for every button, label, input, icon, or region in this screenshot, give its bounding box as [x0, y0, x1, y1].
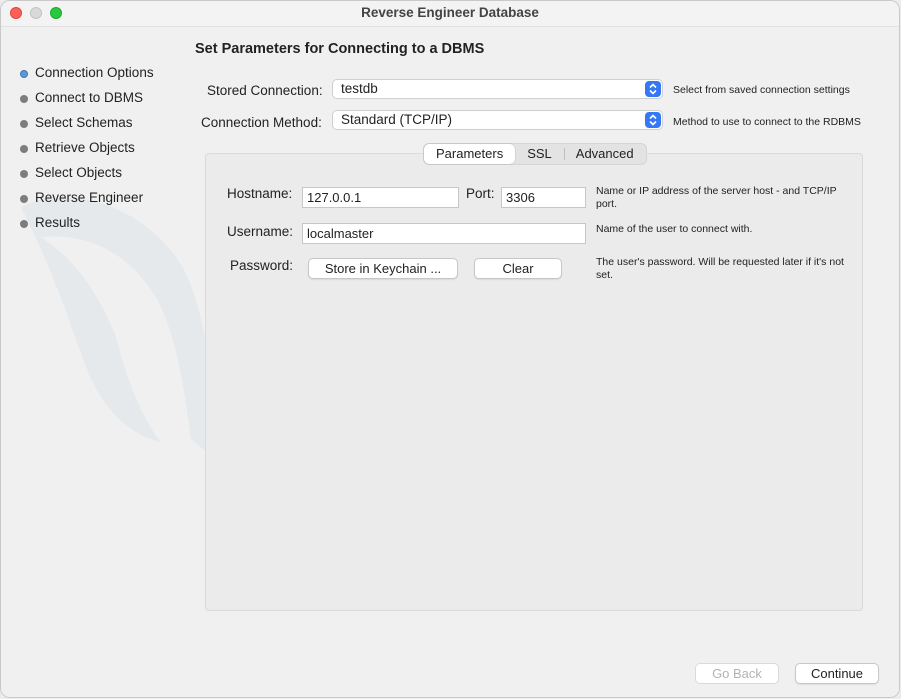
username-field[interactable]: localmaster: [302, 223, 586, 244]
continue-button[interactable]: Continue: [795, 663, 879, 684]
port-field[interactable]: 3306: [501, 187, 586, 208]
step-dot-icon: [20, 145, 28, 153]
step-retrieve-objects: Retrieve Objects: [20, 140, 154, 165]
username-hint: Name of the user to connect with.: [596, 223, 753, 235]
step-select-objects: Select Objects: [20, 165, 154, 190]
window: Reverse Engineer Database Connection Opt…: [0, 0, 900, 698]
step-current-dot-icon: [20, 70, 28, 78]
stored-connection-hint: Select from saved connection settings: [673, 84, 850, 96]
tab-advanced[interactable]: Advanced: [563, 144, 646, 164]
step-dot-icon: [20, 95, 28, 103]
updown-chevron-icon: [645, 112, 661, 128]
connection-method-value: Standard (TCP/IP): [341, 112, 453, 127]
parameters-panel: [205, 153, 863, 611]
window-title: Reverse Engineer Database: [361, 5, 539, 20]
hostname-field[interactable]: 127.0.0.1: [302, 187, 459, 208]
password-label: Password:: [230, 258, 294, 273]
tab-parameters[interactable]: Parameters: [424, 144, 516, 164]
store-in-keychain-button[interactable]: Store in Keychain ...: [308, 258, 458, 279]
port-label: Port:: [466, 186, 495, 201]
step-connect-to-dbms: Connect to DBMS: [20, 90, 154, 115]
updown-chevron-icon: [645, 81, 661, 97]
step-reverse-engineer: Reverse Engineer: [20, 190, 154, 215]
step-label: Results: [35, 215, 81, 230]
step-dot-icon: [20, 120, 28, 128]
step-label: Connection Options: [35, 65, 154, 80]
connection-method-select[interactable]: Standard (TCP/IP): [332, 110, 663, 130]
step-label: Retrieve Objects: [35, 140, 135, 155]
username-label: Username:: [227, 224, 294, 239]
step-select-schemas: Select Schemas: [20, 115, 154, 140]
connection-method-label: Connection Method:: [201, 115, 322, 130]
step-dot-icon: [20, 195, 28, 203]
stored-connection-label: Stored Connection:: [207, 83, 323, 98]
clear-password-button[interactable]: Clear: [474, 258, 562, 279]
page-title: Set Parameters for Connecting to a DBMS: [195, 41, 485, 57]
stored-connection-select[interactable]: testdb: [332, 79, 663, 99]
password-hint: The user's password. Will be requested l…: [596, 256, 844, 281]
tab-ssl[interactable]: SSL: [515, 144, 564, 164]
title-bar: Reverse Engineer Database: [1, 1, 899, 27]
step-connection-options: Connection Options: [20, 65, 154, 90]
step-dot-icon: [20, 170, 28, 178]
step-label: Connect to DBMS: [35, 90, 144, 105]
step-label: Select Objects: [35, 165, 123, 180]
step-dot-icon: [20, 220, 28, 228]
hostname-hint: Name or IP address of the server host - …: [596, 185, 837, 210]
go-back-button[interactable]: Go Back: [695, 663, 779, 684]
hostname-label: Hostname:: [227, 186, 293, 201]
stored-connection-value: testdb: [341, 81, 378, 96]
step-results: Results: [20, 215, 154, 240]
connection-method-hint: Method to use to connect to the RDBMS: [673, 116, 861, 128]
wizard-steps: Connection Options Connect to DBMS Selec…: [20, 65, 154, 240]
wizard-content: Connection Options Connect to DBMS Selec…: [1, 27, 899, 697]
tab-bar: Parameters SSL Advanced: [423, 143, 647, 165]
step-label: Reverse Engineer: [35, 190, 144, 205]
step-label: Select Schemas: [35, 115, 133, 130]
